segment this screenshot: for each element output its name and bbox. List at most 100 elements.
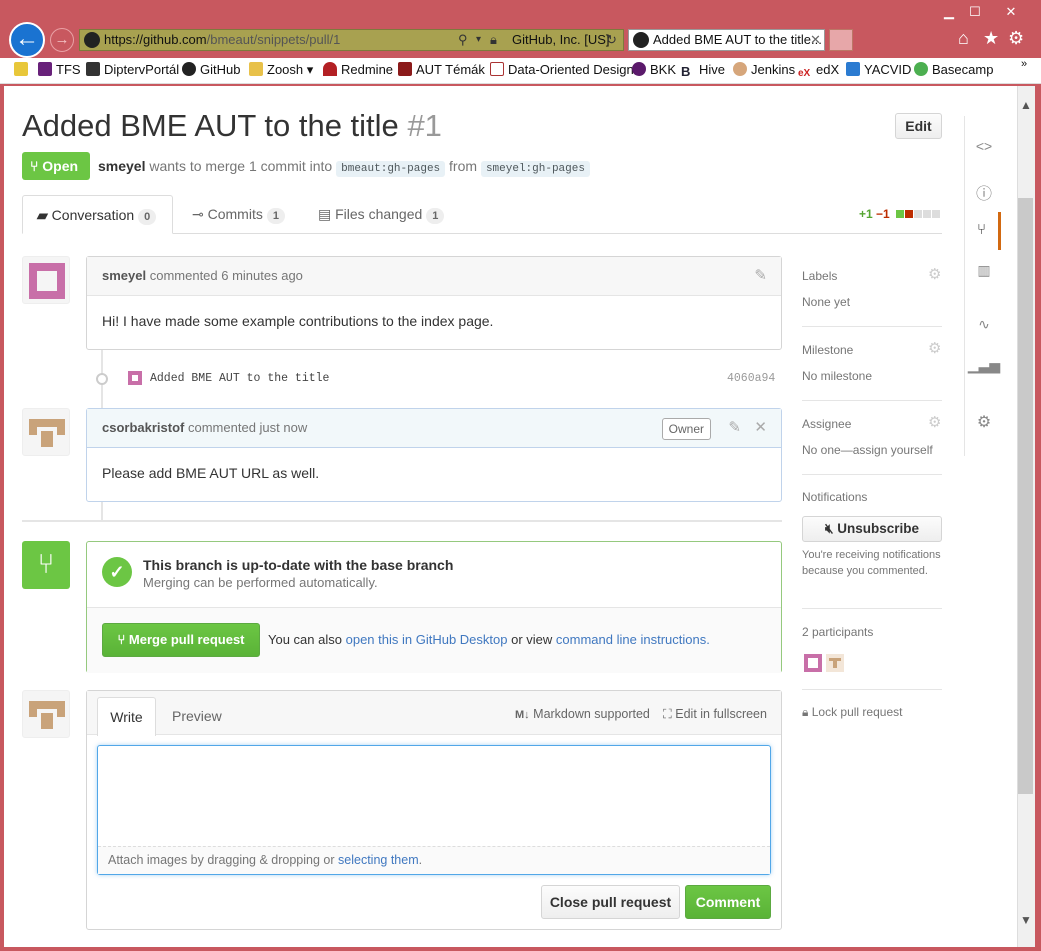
graph-icon[interactable]: ▁▃▅: [964, 357, 1004, 374]
gear-icon[interactable]: ⚙: [928, 413, 941, 431]
fav-bkk[interactable]: BKK: [632, 62, 676, 77]
tab-close-icon[interactable]: ✕: [810, 30, 821, 50]
commit-message[interactable]: Added BME AUT to the title: [150, 372, 329, 385]
assignee-heading[interactable]: Assignee: [802, 417, 942, 431]
fav-data-oriented-design[interactable]: Data-Oriented Design: [490, 62, 634, 77]
notifications-heading: Notifications: [802, 490, 868, 504]
pr-open-icon: ⑂: [30, 158, 39, 174]
milestone-heading[interactable]: Milestone: [802, 343, 942, 357]
participant-avatar[interactable]: [804, 654, 822, 672]
search-icon[interactable]: ⚲: [458, 30, 468, 50]
tab-files-changed[interactable]: ▤ Files changed 1: [318, 195, 445, 234]
gear-icon[interactable]: ⚙: [928, 339, 941, 357]
participants-heading: 2 participants: [802, 625, 874, 639]
unsubscribe-button[interactable]: 🔇︎ Unsubscribe: [802, 516, 942, 542]
fav-jenkins[interactable]: Jenkins: [733, 62, 795, 77]
merge-button[interactable]: ⑂ Merge pull request: [102, 623, 260, 657]
window-close-button[interactable]: ✕: [1000, 4, 1022, 20]
comment-author[interactable]: csorbakristof: [102, 420, 184, 435]
select-files-link[interactable]: selecting them: [338, 853, 419, 867]
attach-images[interactable]: Attach images by dragging & dropping or …: [98, 846, 770, 874]
dropdown-icon[interactable]: ▾: [476, 30, 481, 50]
diffstat: +1 −1: [859, 195, 941, 234]
fav-aut-temak[interactable]: AUT Témák: [398, 62, 485, 77]
edit-button[interactable]: Edit: [895, 113, 942, 139]
git-merge-icon: ⑂: [22, 541, 70, 589]
pencil-icon[interactable]: ✎: [754, 257, 767, 295]
author-link[interactable]: smeyel: [98, 158, 145, 174]
wiki-book-icon[interactable]: ▥: [964, 262, 1004, 279]
pencil-icon[interactable]: ✎: [728, 409, 741, 447]
commit-author-avatar[interactable]: [128, 371, 142, 385]
issue-icon[interactable]: ⓘ: [964, 180, 1004, 204]
scrollbar-thumb[interactable]: [1018, 198, 1033, 794]
merge-box: ✓ This branch is up-to-date with the bas…: [86, 541, 782, 673]
settings-gear-icon[interactable]: ⚙: [1008, 28, 1024, 49]
markdown-help[interactable]: M↓ Markdown supported: [515, 707, 650, 721]
labels-value: None yet: [802, 295, 851, 309]
participant-avatar[interactable]: [826, 654, 844, 672]
avatar[interactable]: [22, 690, 70, 738]
labels-heading[interactable]: Labels: [802, 269, 942, 283]
fav-github[interactable]: GitHub: [182, 62, 240, 77]
refresh-icon[interactable]: ↻: [606, 30, 617, 50]
gear-icon[interactable]: ⚙: [928, 265, 941, 283]
favorites-bar: TFS DiptervPortál GitHub Zoosh ▾ Redmine…: [0, 58, 1041, 84]
address-bar[interactable]: https://github.com/bmeaut/snippets/pull/…: [79, 29, 624, 51]
back-button[interactable]: ←: [9, 22, 45, 58]
comment-discussion-icon: ▰: [37, 207, 48, 223]
fav-hive[interactable]: B Hive: [681, 62, 725, 79]
home-icon[interactable]: ⌂: [958, 28, 969, 49]
code-icon[interactable]: <>: [964, 138, 1004, 154]
certificate-label[interactable]: GitHub, Inc. [US]: [512, 30, 610, 50]
avatar[interactable]: [22, 408, 70, 456]
minimize-button[interactable]: ▁: [938, 4, 960, 20]
close-icon[interactable]: ✕: [754, 409, 767, 447]
scroll-down-icon[interactable]: ▼: [1018, 913, 1034, 929]
assignee-value[interactable]: No one—assign yourself: [802, 443, 942, 457]
commit-sha[interactable]: 4060a94: [727, 372, 775, 385]
comment-time[interactable]: commented 6 minutes ago: [150, 268, 303, 283]
tab-commits[interactable]: ⊸ Commits 1: [192, 195, 285, 234]
tab-conversation[interactable]: ▰ Conversation 0: [22, 195, 173, 234]
fav-tfs[interactable]: TFS: [38, 62, 81, 77]
fullscreen-button[interactable]: ⛶ Edit in fullscreen: [663, 707, 767, 722]
favorites-overflow-icon[interactable]: »: [1021, 58, 1027, 70]
merge-status-title: This branch is up-to-date with the base …: [143, 557, 454, 573]
vs-icon: [38, 62, 52, 76]
github-favicon-icon: [633, 32, 649, 48]
fav-diptervportal[interactable]: DiptervPortál: [86, 62, 179, 77]
fav-redmine[interactable]: Redmine: [323, 62, 393, 77]
comment-time[interactable]: commented just now: [188, 420, 307, 435]
base-branch[interactable]: bmeaut:gh-pages: [336, 161, 446, 177]
favorites-star-icon[interactable]: [14, 62, 32, 77]
fav-edx[interactable]: eX edX: [798, 62, 839, 81]
settings-icon[interactable]: ⚙: [964, 412, 1004, 432]
fav-zoosh[interactable]: Zoosh ▾: [249, 62, 313, 78]
nav-pull-requests[interactable]: ⑂: [965, 212, 1001, 250]
close-pr-button[interactable]: Close pull request: [541, 885, 680, 919]
markdown-icon: M↓: [515, 709, 530, 721]
forward-button[interactable]: →: [50, 28, 74, 52]
tab-write[interactable]: Write: [97, 697, 156, 736]
desktop-link[interactable]: open this in GitHub Desktop: [346, 632, 508, 647]
github-favicon-icon: [84, 32, 100, 48]
new-tab-button[interactable]: [829, 29, 853, 51]
avatar[interactable]: [22, 256, 70, 304]
scroll-up-icon[interactable]: ▲: [1018, 98, 1034, 114]
fav-yacvid[interactable]: YACVID: [846, 62, 911, 77]
maximize-button[interactable]: ☐: [964, 4, 986, 20]
favorites-star-icon[interactable]: ★: [983, 28, 999, 49]
comment-author[interactable]: smeyel: [102, 268, 146, 283]
comment-textarea[interactable]: Attach images by dragging & dropping or …: [97, 745, 771, 875]
browser-tab[interactable]: Added BME AUT to the title... ✕: [628, 29, 825, 51]
pulse-icon[interactable]: ∿: [964, 316, 1004, 333]
comment-button[interactable]: Comment: [685, 885, 771, 919]
lock-pr-link[interactable]: 🔒︎ Lock pull request: [802, 705, 942, 720]
pull-request-icon: ⑂: [976, 221, 986, 238]
cli-link[interactable]: command line instructions: [556, 632, 706, 647]
aut-icon: [398, 62, 412, 76]
tab-preview[interactable]: Preview: [172, 697, 222, 735]
fav-basecamp[interactable]: Basecamp: [914, 62, 993, 77]
head-branch[interactable]: smeyel:gh-pages: [480, 161, 590, 177]
